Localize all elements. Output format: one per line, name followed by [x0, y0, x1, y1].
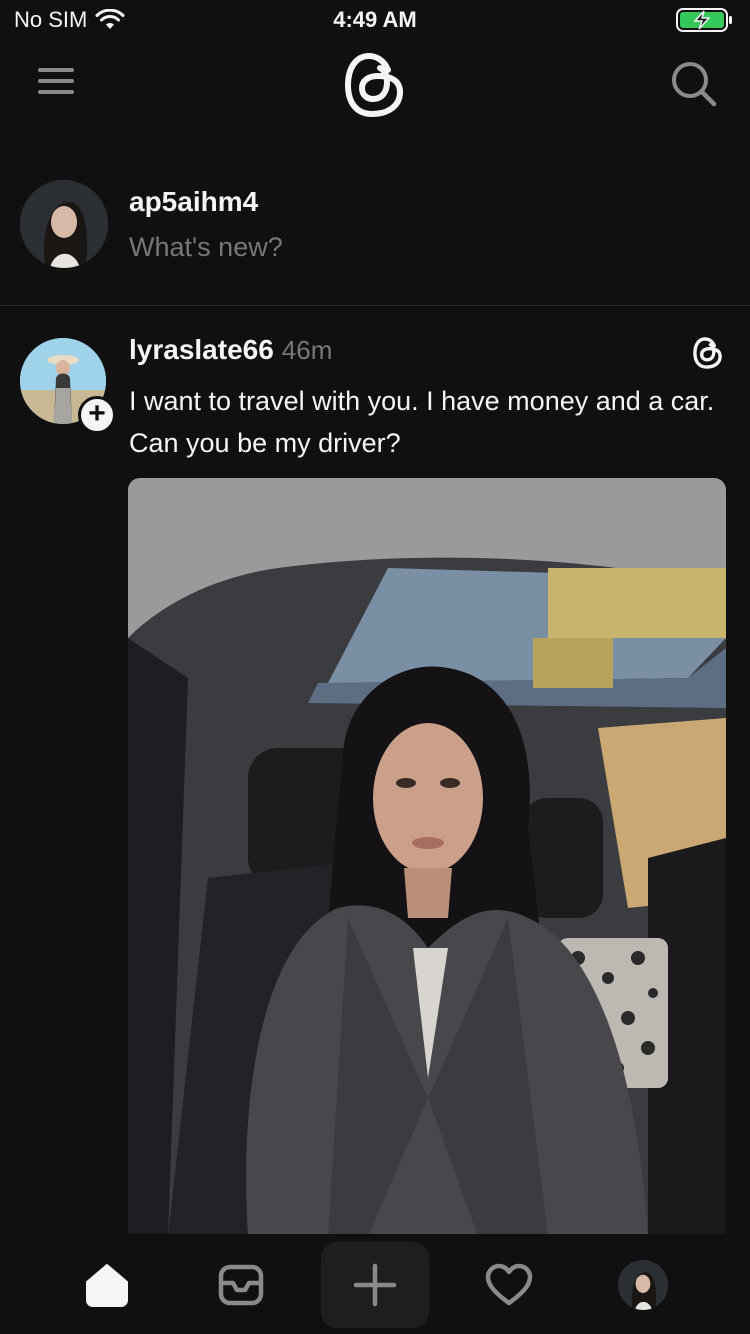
tab-home[interactable] [53, 1242, 161, 1328]
tab-bar [0, 1234, 750, 1334]
status-bar: No SIM 4:49 AM [0, 0, 750, 40]
post-username[interactable]: lyraslate66 [129, 334, 274, 366]
tab-profile[interactable] [589, 1242, 697, 1328]
status-time: 4:49 AM [333, 7, 417, 32]
avatar[interactable] [20, 180, 108, 268]
threads-logo-icon [693, 337, 722, 369]
tab-activity[interactable] [455, 1242, 563, 1328]
search-icon[interactable] [668, 58, 720, 110]
follow-button[interactable]: + [78, 396, 116, 434]
menu-icon[interactable] [38, 68, 74, 98]
tab-messages[interactable] [187, 1242, 295, 1328]
composer-username: ap5aihm4 [129, 186, 259, 217]
tab-create[interactable] [321, 1242, 429, 1328]
post-avatar-wrap[interactable]: + [20, 338, 116, 434]
plus-icon [353, 1263, 397, 1307]
composer[interactable]: ap5aihm4 What's new? [0, 172, 750, 306]
avatar [618, 1260, 668, 1310]
post-timestamp: 46m [281, 335, 333, 365]
post-header: lyraslate66 46m [129, 334, 332, 366]
top-nav [0, 48, 750, 128]
post-text: I want to travel with you. I have money … [129, 386, 715, 458]
heart-icon [485, 1263, 533, 1306]
home-icon [86, 1264, 128, 1307]
post-image[interactable] [128, 478, 726, 1236]
battery-charging-icon [676, 8, 732, 32]
inbox-icon [218, 1264, 264, 1306]
threads-logo-icon[interactable] [342, 50, 408, 120]
composer-placeholder[interactable]: What's new? [129, 232, 283, 263]
